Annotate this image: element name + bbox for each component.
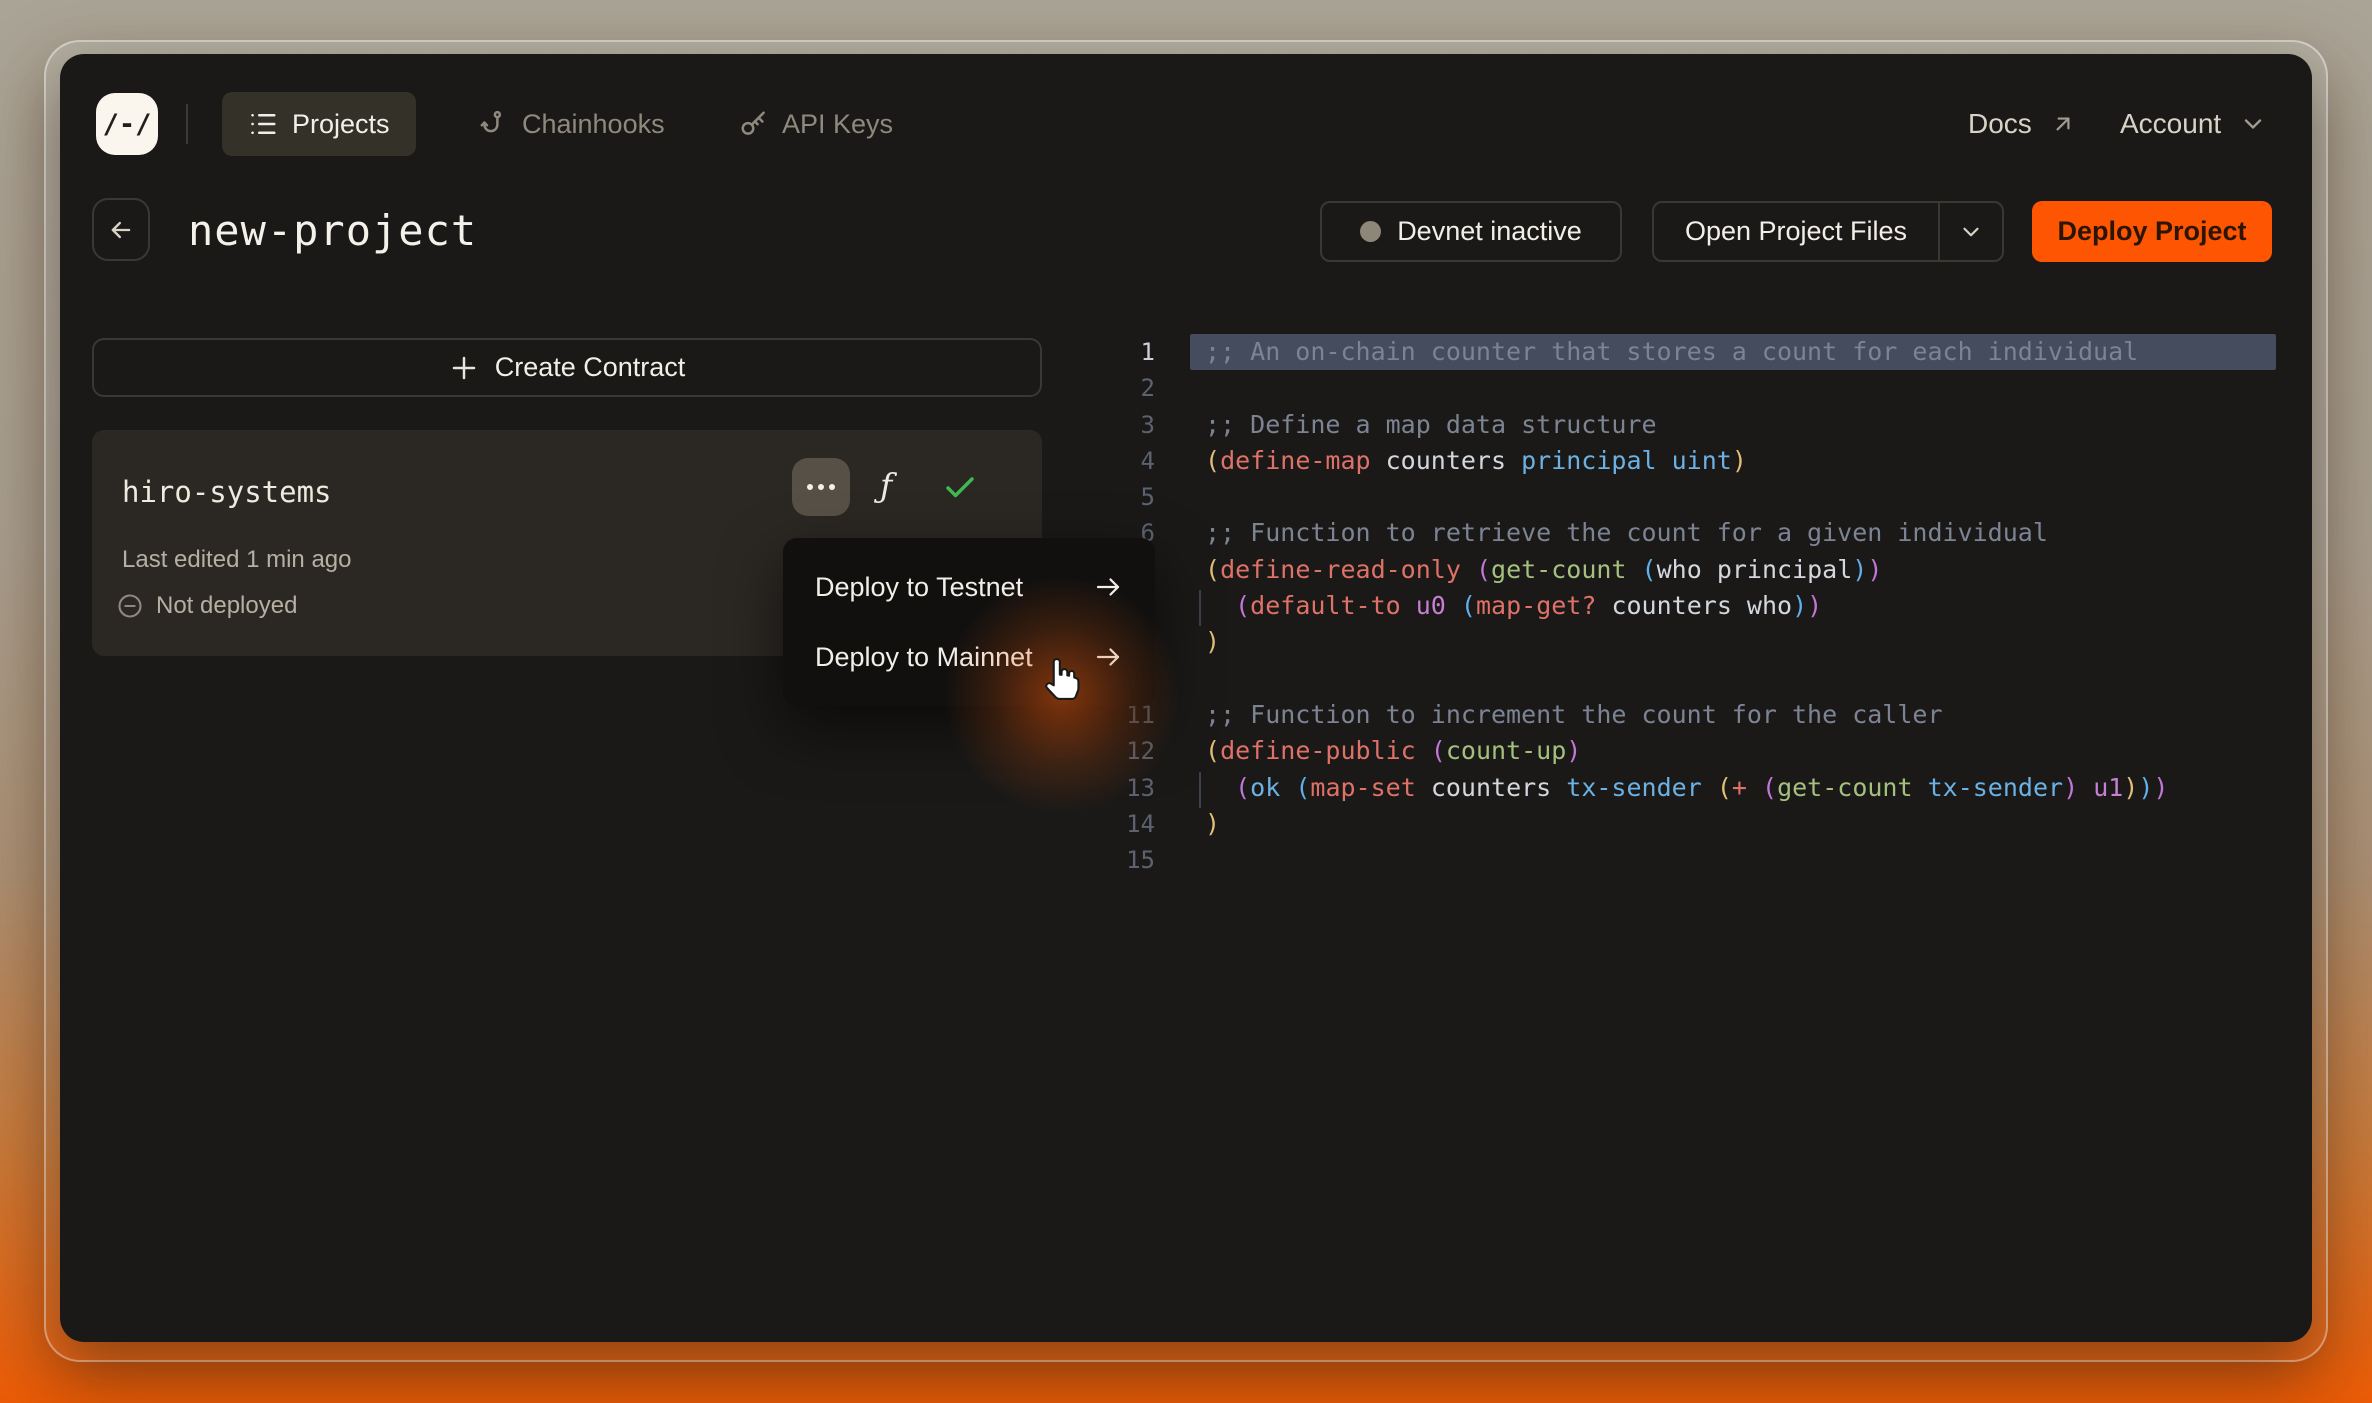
create-contract-button[interactable]: Create Contract <box>92 338 1042 397</box>
contract-last-edited: Last edited 1 min ago <box>122 546 352 573</box>
menu-item-deploy-testnet-label: Deploy to Testnet <box>815 571 1024 602</box>
code-line-13[interactable]: (ok (map-set counters tx-sender (+ (get-… <box>1190 770 2276 809</box>
docs-link[interactable]: Docs <box>1968 92 2076 156</box>
nav-tab-chainhooks-label: Chainhooks <box>522 108 665 139</box>
code-line-7[interactable]: (define-read-only (get-count (who princi… <box>1190 552 2276 588</box>
deploy-dropdown-menu: Deploy to Testnet Deploy to Mainnet <box>783 538 1155 706</box>
plus-icon <box>452 356 475 379</box>
back-button[interactable] <box>92 198 150 261</box>
deploy-project-label: Deploy Project <box>2057 216 2247 246</box>
chevron-down-icon <box>1963 227 1979 236</box>
check-icon[interactable] <box>942 470 978 511</box>
nav-tab-projects-label: Projects <box>292 108 390 139</box>
line-number-2[interactable]: 2 <box>1085 370 1155 406</box>
code-line-12[interactable]: (define-public (count-up) <box>1190 733 2276 769</box>
hiro-logo[interactable]: /-/ <box>96 93 158 155</box>
account-label: Account <box>2120 108 2222 139</box>
menu-item-deploy-mainnet[interactable]: Deploy to Mainnet <box>783 622 1155 692</box>
code-line-11[interactable]: ;; Function to increment the count for t… <box>1190 697 2276 733</box>
code-line-10[interactable] <box>1190 661 2276 697</box>
key-icon <box>741 111 765 135</box>
code-line-2[interactable] <box>1190 370 2276 406</box>
nav-tab-api-keys-label: API Keys <box>782 108 894 139</box>
arrow-right-icon <box>1096 578 1120 596</box>
line-number-5[interactable]: 5 <box>1085 479 1155 515</box>
line-number-12[interactable]: 12 <box>1085 733 1155 769</box>
line-number-13[interactable]: 13 <box>1085 770 1155 806</box>
line-number-1[interactable]: 1 <box>1085 334 1155 370</box>
arrow-right-icon <box>1096 648 1120 666</box>
line-number-3[interactable]: 3 <box>1085 407 1155 443</box>
nav-tab-chainhooks[interactable]: Chainhooks <box>452 92 691 156</box>
hook-icon <box>480 110 502 133</box>
contract-name: hiro-systems <box>122 475 332 509</box>
open-project-files-button[interactable]: Open Project Files <box>1652 201 2004 262</box>
menu-item-deploy-testnet[interactable]: Deploy to Testnet <box>783 552 1155 622</box>
external-link-icon <box>2056 117 2070 131</box>
line-number-15[interactable]: 15 <box>1085 842 1155 878</box>
docs-label: Docs <box>1968 108 2032 139</box>
devnet-status-pill[interactable]: Devnet inactive <box>1320 201 1622 262</box>
ellipsis-icon <box>807 484 813 490</box>
open-project-files-label: Open Project Files <box>1684 216 1908 246</box>
nav-divider <box>186 104 188 144</box>
menu-item-deploy-mainnet-label: Deploy to Mainnet <box>815 641 1033 672</box>
code-line-5[interactable] <box>1190 479 2276 515</box>
contract-status: Not deployed <box>116 592 297 620</box>
page-title: new-project <box>188 206 478 255</box>
nav-tab-api-keys[interactable]: API Keys <box>712 92 919 156</box>
open-project-files-chevron[interactable] <box>1940 219 2002 245</box>
code-line-6[interactable]: ;; Function to retrieve the count for a … <box>1190 515 2276 551</box>
chevron-down-icon <box>2245 119 2262 129</box>
account-menu[interactable]: Account <box>2120 92 2267 156</box>
line-number-4[interactable]: 4 <box>1085 443 1155 479</box>
editor-code-lines[interactable]: ;; An on-chain counter that stores a cou… <box>1190 334 2276 878</box>
code-line-4[interactable]: (define-map counters principal uint) <box>1190 443 2276 479</box>
contract-more-button[interactable] <box>792 458 850 516</box>
function-icon[interactable]: ƒ <box>880 466 892 505</box>
hiro-logo-text: /-/ <box>102 108 152 140</box>
nav-tab-projects[interactable]: Projects <box>222 92 416 156</box>
deploy-project-button[interactable]: Deploy Project <box>2032 201 2272 262</box>
arrow-left-icon <box>111 221 131 238</box>
devnet-status-label: Devnet inactive <box>1397 216 1582 246</box>
code-line-8[interactable]: (default-to u0 (map-get? counters who)) <box>1190 588 2276 627</box>
line-number-14[interactable]: 14 <box>1085 806 1155 842</box>
create-contract-label: Create Contract <box>494 352 686 382</box>
devnet-status-dot-icon <box>1360 221 1382 242</box>
code-line-9[interactable]: ) <box>1190 624 2276 660</box>
code-line-14[interactable]: ) <box>1190 806 2276 842</box>
code-line-3[interactable]: ;; Define a map data structure <box>1190 407 2276 443</box>
code-line-1[interactable]: ;; An on-chain counter that stores a cou… <box>1190 334 2276 371</box>
contract-status-label: Not deployed <box>156 592 298 619</box>
list-icon <box>251 114 276 134</box>
circle-minus-icon <box>118 594 142 618</box>
code-line-15[interactable] <box>1190 842 2276 878</box>
